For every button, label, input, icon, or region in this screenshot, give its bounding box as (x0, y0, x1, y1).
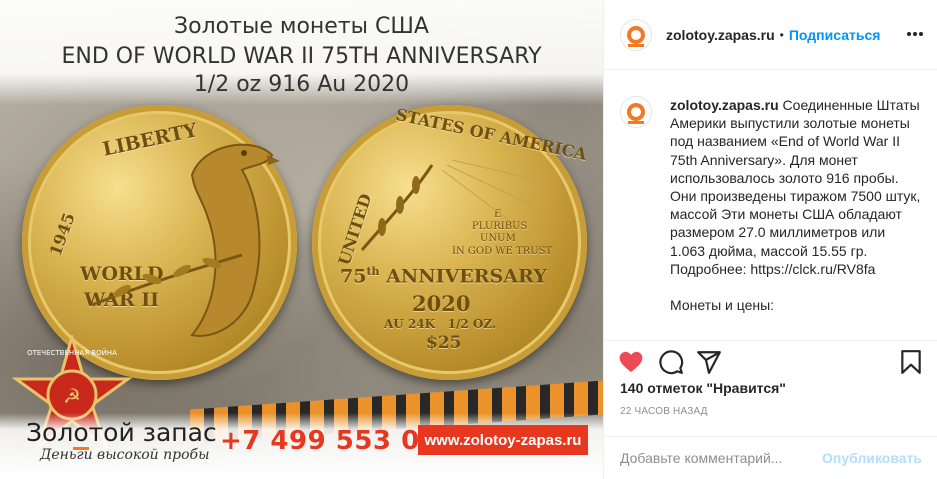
caption-text: zolotoy.zapas.ru Соединенные Штаты Амери… (670, 96, 922, 340)
bookmark-icon[interactable] (898, 349, 924, 375)
olive-branch-reverse-icon (360, 159, 538, 251)
coin-year-2020: 2020 (412, 291, 471, 316)
action-bar (604, 340, 937, 380)
coin-year-text: 1945 (45, 210, 79, 259)
header-username[interactable]: zolotoy.zapas.ru (666, 27, 775, 43)
avatar[interactable] (620, 18, 652, 51)
brand-tagline: Деньги высокой пробы (40, 447, 210, 463)
website-badge: www.zolotoy-zapas.ru (418, 425, 588, 455)
post-image[interactable]: Золотые монеты США END OF WORLD WAR II 7… (0, 0, 603, 479)
coin-purity-text: AU 24K 1/2 OZ. (384, 317, 497, 331)
follow-button[interactable]: Подписаться (789, 27, 881, 43)
comment-input[interactable] (620, 450, 823, 466)
comment-icon[interactable] (658, 349, 684, 375)
separator-dot: • (779, 27, 784, 42)
caption-body: Соединенные Штаты Америки выпустили золо… (670, 97, 921, 314)
post-timestamp[interactable]: 22 ЧАСОВ НАЗАД (620, 406, 708, 417)
brand-logo-icon (627, 25, 645, 47)
coin-anniversary-line: 75th ANNIVERSARY (340, 265, 547, 287)
caption-avatar[interactable] (620, 96, 652, 128)
post-sidebar: zolotoy.zapas.ru • Подписаться zolotoy.z… (603, 0, 937, 479)
caption-username[interactable]: zolotoy.zapas.ru (670, 97, 779, 113)
medal-text: ОТЕЧЕСТВЕННАЯ ВОЙНА (27, 348, 117, 357)
caption-section: zolotoy.zapas.ru Соединенные Штаты Амери… (604, 70, 937, 340)
coin-value-text: $25 (426, 333, 462, 353)
share-icon[interactable] (696, 349, 722, 375)
likes-count[interactable]: 140 отметок "Нравится" (620, 380, 786, 396)
coin-anniversary-text: ANNIVERSARY (386, 265, 547, 288)
olive-branch-icon (91, 253, 243, 307)
publish-button[interactable]: Опубликовать (822, 450, 922, 466)
post-header: zolotoy.zapas.ru • Подписаться (604, 0, 937, 70)
image-title-line-2: END OF WORLD WAR II 75TH ANNIVERSARY (61, 44, 542, 69)
coin-anniv-number: 75 (340, 265, 367, 288)
coin-reverse: STATES OF AMERICA UNITED E PLURIBUS UNUM… (312, 105, 588, 380)
comment-bar: Опубликовать (604, 436, 937, 479)
brand-logo-text: Золотой запас (26, 418, 217, 450)
more-options-icon[interactable] (907, 26, 923, 42)
image-title-line-3: 1/2 oz 916 Au 2020 (193, 72, 410, 97)
image-title-line-1: Золотые монеты США (174, 14, 429, 39)
svg-text:☭: ☭ (63, 384, 81, 408)
coin-anniv-suffix: th (366, 265, 380, 278)
brand-logo-icon (627, 103, 645, 124)
heart-icon[interactable] (618, 349, 644, 375)
